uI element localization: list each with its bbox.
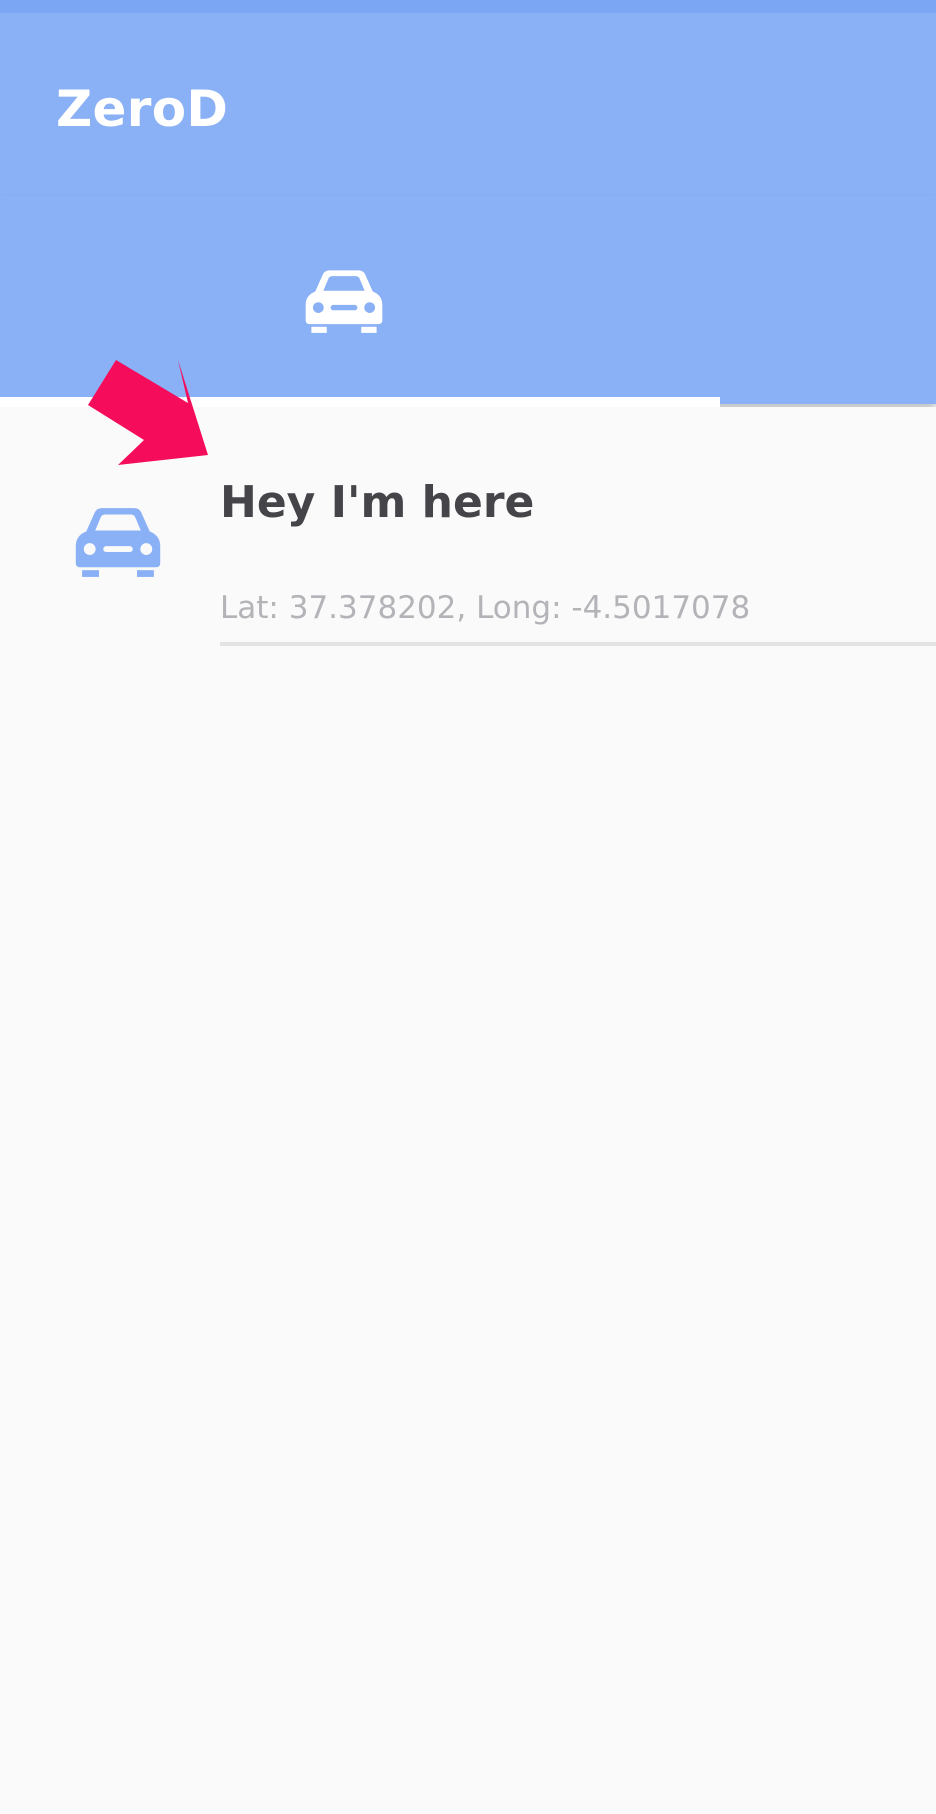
app-title: ZeroD (56, 80, 229, 138)
car-icon (305, 270, 383, 333)
arrow-annotation-icon (88, 360, 208, 465)
list-divider (220, 642, 936, 646)
list-item-subtitle: Lat: 37.378202, Long: -4.5017078 (220, 590, 751, 626)
car-icon (75, 508, 161, 577)
list-item-title: Hey I'm here (220, 477, 535, 528)
status-bar (0, 0, 936, 13)
